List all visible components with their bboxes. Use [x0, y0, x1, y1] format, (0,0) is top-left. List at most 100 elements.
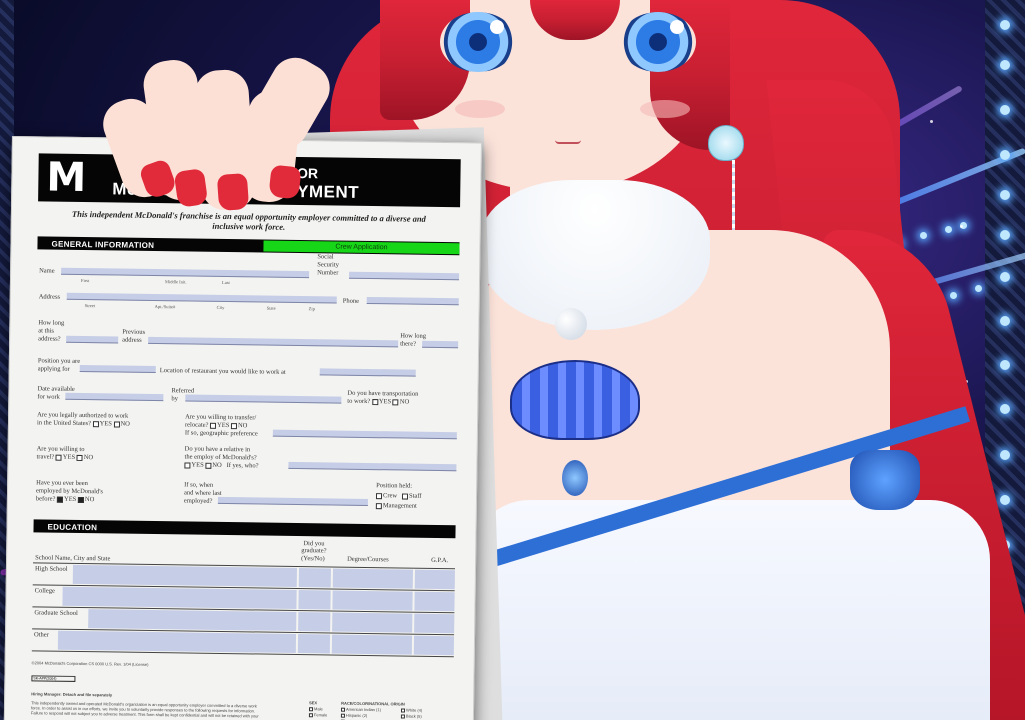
label-race-option: Hispanic (2)	[345, 712, 368, 719]
checkbox-female[interactable]	[308, 713, 313, 718]
label-sex: SEX	[309, 700, 318, 706]
degree-cell[interactable]	[332, 612, 413, 633]
label-howlong-there: there?	[400, 340, 417, 348]
label-previous: address	[122, 336, 142, 344]
checkbox-no[interactable]	[205, 462, 212, 469]
pearl	[555, 308, 587, 340]
gpa-cell[interactable]	[414, 591, 455, 612]
name-field[interactable]	[61, 267, 310, 279]
stage-light	[1000, 105, 1010, 115]
management-row: Management	[375, 502, 417, 510]
label-legal: in the United States?	[36, 419, 92, 428]
howlong-field[interactable]	[66, 335, 119, 344]
school-name-cell[interactable]	[72, 564, 297, 588]
travel-row: travel? YES NO	[36, 453, 93, 461]
checkbox-no[interactable]	[230, 422, 238, 429]
checkbox-race[interactable]	[400, 714, 405, 719]
stage-light	[1000, 316, 1010, 326]
education-row-label: Graduate School	[34, 609, 78, 617]
label-howlong-there: How long	[400, 332, 427, 340]
when-field[interactable]	[217, 496, 368, 507]
checkbox-yes[interactable]	[371, 398, 378, 405]
edu-header-grad: graduate?	[301, 547, 327, 555]
location-field[interactable]	[319, 368, 416, 377]
checkbox-yes[interactable]	[92, 420, 99, 427]
label-zip: Zip	[308, 306, 315, 312]
label-yes: YES	[62, 453, 76, 461]
address-field[interactable]	[66, 292, 337, 304]
label-ssn: Security	[317, 261, 339, 269]
checkbox-management[interactable]	[375, 502, 382, 509]
ssn-field[interactable]	[349, 271, 460, 281]
employed-row: before? YES NO	[36, 495, 94, 503]
stage-light	[920, 232, 927, 239]
checkbox-race[interactable]	[340, 713, 345, 718]
gpa-cell[interactable]	[414, 569, 455, 590]
stage-light	[1000, 150, 1010, 160]
label-female: Female	[313, 712, 328, 718]
checkbox-crew[interactable]	[375, 492, 383, 499]
school-name-cell[interactable]	[62, 586, 297, 610]
mouth	[555, 140, 581, 144]
checkbox-yes-checked[interactable]	[57, 496, 64, 503]
graduated-cell[interactable]	[298, 612, 331, 632]
previous-address-field[interactable]	[148, 336, 399, 348]
checkbox-yes[interactable]	[210, 422, 217, 429]
application-form-paper: M FOR McDONALD'S EMPLOYMENT This indepen…	[3, 136, 482, 720]
geo-field[interactable]	[272, 429, 457, 440]
label-apt: Apt./Suite#	[154, 304, 176, 310]
graduated-cell[interactable]	[297, 634, 331, 654]
checkbox-race[interactable]	[400, 708, 406, 713]
race-option: Black (5)	[400, 713, 422, 719]
date-field[interactable]	[65, 392, 164, 402]
label-middle: Middle Init.	[164, 279, 187, 285]
school-name-cell[interactable]	[57, 630, 297, 654]
checkbox-yes[interactable]	[184, 461, 191, 469]
gpa-cell[interactable]	[413, 635, 455, 656]
checkbox-no[interactable]	[392, 398, 399, 405]
label-no: NO	[237, 422, 248, 430]
position-field[interactable]	[79, 364, 156, 374]
sex-female: Female	[308, 712, 328, 718]
section-title: GENERAL INFORMATION	[51, 239, 155, 250]
label-yes: YES	[191, 461, 204, 469]
transfer-row: relocate? YES NO	[185, 421, 247, 429]
label-first: First	[80, 277, 90, 284]
checkbox-male[interactable]	[308, 707, 314, 712]
phone-field[interactable]	[366, 296, 459, 306]
label-referred: by	[171, 395, 178, 403]
position-held-row: Crew Staff	[375, 492, 422, 500]
eye-shine	[670, 20, 684, 34]
referred-field[interactable]	[185, 394, 342, 404]
stage-light	[1000, 272, 1010, 282]
howlong-there-field[interactable]	[422, 340, 459, 349]
checkbox-no-checked[interactable]	[77, 496, 84, 503]
education-table: School Name, City and State Did you grad…	[31, 532, 456, 658]
label-street: Street	[84, 303, 96, 309]
edu-header-gpa: G.P.A.	[431, 556, 449, 565]
graduated-cell[interactable]	[298, 590, 331, 610]
gpa-cell[interactable]	[414, 613, 455, 634]
sparkle	[960, 225, 963, 228]
checkbox-no[interactable]	[113, 420, 120, 428]
school-name-cell[interactable]	[88, 609, 297, 632]
footer-copyright: ©2004 McDonald's Corporation CS 0000 U.S…	[31, 660, 149, 667]
graduated-cell[interactable]	[298, 568, 331, 588]
label-travel: Are you willing to	[36, 445, 85, 454]
label-transport: to work?	[347, 397, 371, 406]
label-location: Location of restaurant you would like to…	[159, 367, 286, 376]
checkbox-no[interactable]	[76, 454, 83, 461]
checkbox-race[interactable]	[340, 707, 346, 712]
checkbox-yes[interactable]	[55, 454, 62, 461]
label-no: NO	[212, 461, 222, 469]
degree-cell[interactable]	[332, 590, 413, 611]
label-when: employed?	[183, 497, 213, 505]
checkbox-staff[interactable]	[401, 492, 409, 500]
legal-row: in the United States? YES NO	[37, 419, 130, 428]
degree-cell[interactable]	[331, 634, 413, 655]
relative-field[interactable]	[288, 461, 457, 472]
label-staff: Staff	[408, 492, 422, 500]
label-previous: Previous	[122, 328, 146, 336]
stage-light	[1000, 360, 1010, 370]
degree-cell[interactable]	[332, 568, 413, 589]
